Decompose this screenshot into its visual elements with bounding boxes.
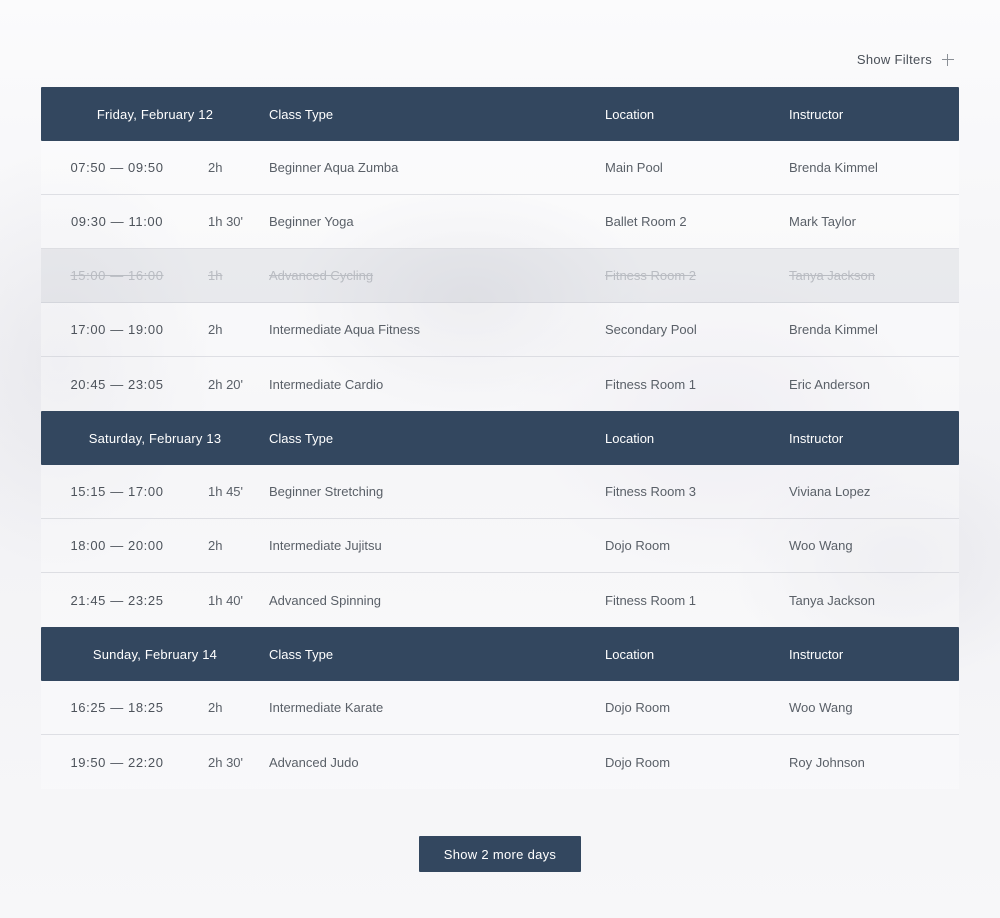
- class-time: 15:15 — 17:00: [70, 484, 164, 499]
- class-row[interactable]: 19:50 — 22:20 2h 30' Advanced Judo Dojo Roo…: [41, 735, 959, 789]
- class-duration: 1h 45': [208, 484, 244, 499]
- class-row[interactable]: 17:00 — 19:00 2h Intermediate Aqua Fitness…: [41, 303, 959, 357]
- class-row[interactable]: 21:45 — 23:25 1h 40' Advanced Spinning Fitn…: [41, 573, 959, 627]
- day-header: Sunday, February 14 Class Type Location Ins…: [41, 627, 959, 681]
- class-location: Fitness Room 3: [605, 484, 697, 499]
- class-location: Dojo Room: [605, 754, 671, 770]
- class-duration: 2h 20': [208, 376, 244, 392]
- class-type: Beginner Aqua Zumba: [269, 160, 399, 175]
- class-row-cancelled[interactable]: 15:00 — 16:00 1h Advanced Cycling Fitness R…: [41, 249, 959, 303]
- day-header: Friday, February 12 Class Type Location Ins…: [41, 87, 959, 141]
- column-header-class-type: Class Type: [269, 106, 334, 122]
- class-type: Advanced Judo: [269, 754, 359, 770]
- plus-icon: [942, 53, 954, 66]
- class-duration: 2h: [208, 700, 223, 715]
- class-type: Advanced Cycling: [269, 268, 374, 283]
- class-time: 16:25 — 18:25: [70, 700, 164, 715]
- class-row[interactable]: 18:00 — 20:00 2h Intermediate Jujitsu Dojo …: [41, 519, 959, 573]
- day-date: Saturday, February 13: [88, 430, 222, 446]
- class-row[interactable]: 16:25 — 18:25 2h Intermediate Karate Dojo R…: [41, 681, 959, 735]
- class-type: Intermediate Karate: [269, 700, 384, 715]
- class-duration: 1h 30': [208, 214, 244, 229]
- class-type: Intermediate Jujitsu: [269, 538, 382, 553]
- class-duration: 2h: [208, 160, 223, 175]
- class-time: 20:45 — 23:05: [70, 376, 164, 392]
- class-row[interactable]: 07:50 — 09:50 2h Beginner Aqua Zumba Main P…: [41, 141, 959, 195]
- show-more-days-button[interactable]: Show 2 more days: [419, 836, 581, 872]
- class-duration: 2h: [208, 322, 223, 337]
- column-header-instructor: Instructor: [789, 430, 844, 446]
- column-header-location: Location: [605, 430, 655, 446]
- class-location: Fitness Room 1: [605, 592, 697, 608]
- class-instructor: Brenda Kimmel: [789, 160, 878, 175]
- class-instructor: Eric Anderson: [789, 376, 870, 392]
- class-type: Advanced Spinning: [269, 592, 382, 608]
- class-schedule: Friday, February 12 Class Type Location Ins…: [41, 87, 959, 789]
- class-location: Fitness Room 2: [605, 268, 697, 283]
- day-date: Friday, February 12: [96, 106, 214, 122]
- class-time: 07:50 — 09:50: [70, 160, 164, 175]
- class-instructor: Woo Wang: [789, 538, 853, 553]
- day-date: Sunday, February 14: [92, 646, 218, 662]
- class-row[interactable]: 20:45 — 23:05 2h 20' Intermediate Cardio Fi…: [41, 357, 959, 411]
- class-location: Dojo Room: [605, 538, 671, 553]
- class-instructor: Woo Wang: [789, 700, 853, 715]
- class-location: Fitness Room 1: [605, 376, 697, 392]
- class-type: Intermediate Aqua Fitness: [269, 322, 421, 337]
- class-row[interactable]: 15:15 — 17:00 1h 45' Beginner Stretching Fi…: [41, 465, 959, 519]
- class-time: 17:00 — 19:00: [70, 322, 164, 337]
- class-location: Dojo Room: [605, 700, 671, 715]
- day-header: Saturday, February 13 Class Type Location I…: [41, 411, 959, 465]
- show-filters-label: Show Filters: [856, 52, 932, 67]
- class-instructor: Tanya Jackson: [789, 268, 875, 283]
- class-time: 19:50 — 22:20: [70, 754, 164, 770]
- class-time: 15:00 — 16:00: [70, 268, 164, 283]
- column-header-class-type: Class Type: [269, 430, 334, 446]
- column-header-location: Location: [605, 106, 655, 122]
- class-location: Main Pool: [605, 160, 663, 175]
- column-header-instructor: Instructor: [789, 106, 844, 122]
- class-type: Beginner Yoga: [269, 214, 354, 229]
- class-type: Intermediate Cardio: [269, 376, 384, 392]
- column-header-location: Location: [605, 646, 655, 662]
- class-instructor: Roy Johnson: [789, 754, 865, 770]
- more-days-wrapper: Show 2 more days: [0, 836, 1000, 872]
- class-instructor: Brenda Kimmel: [789, 322, 878, 337]
- class-duration: 1h 40': [208, 592, 244, 608]
- class-time: 18:00 — 20:00: [70, 538, 164, 553]
- class-type: Beginner Stretching: [269, 484, 384, 499]
- class-duration: 2h 30': [208, 754, 244, 770]
- column-header-instructor: Instructor: [789, 646, 844, 662]
- show-filters-toggle[interactable]: Show Filters: [857, 52, 954, 67]
- class-time: 09:30 — 11:00: [70, 214, 164, 229]
- column-header-class-type: Class Type: [269, 646, 334, 662]
- class-instructor: Viviana Lopez: [789, 484, 871, 499]
- class-instructor: Tanya Jackson: [789, 592, 875, 608]
- class-instructor: Mark Taylor: [789, 214, 856, 229]
- class-duration: 1h: [208, 268, 223, 283]
- class-location: Ballet Room 2: [605, 214, 687, 229]
- class-row[interactable]: 09:30 — 11:00 1h 30' Beginner Yoga Ballet R…: [41, 195, 959, 249]
- class-location: Secondary Pool: [605, 322, 697, 337]
- class-time: 21:45 — 23:25: [70, 592, 164, 608]
- class-duration: 2h: [208, 538, 223, 553]
